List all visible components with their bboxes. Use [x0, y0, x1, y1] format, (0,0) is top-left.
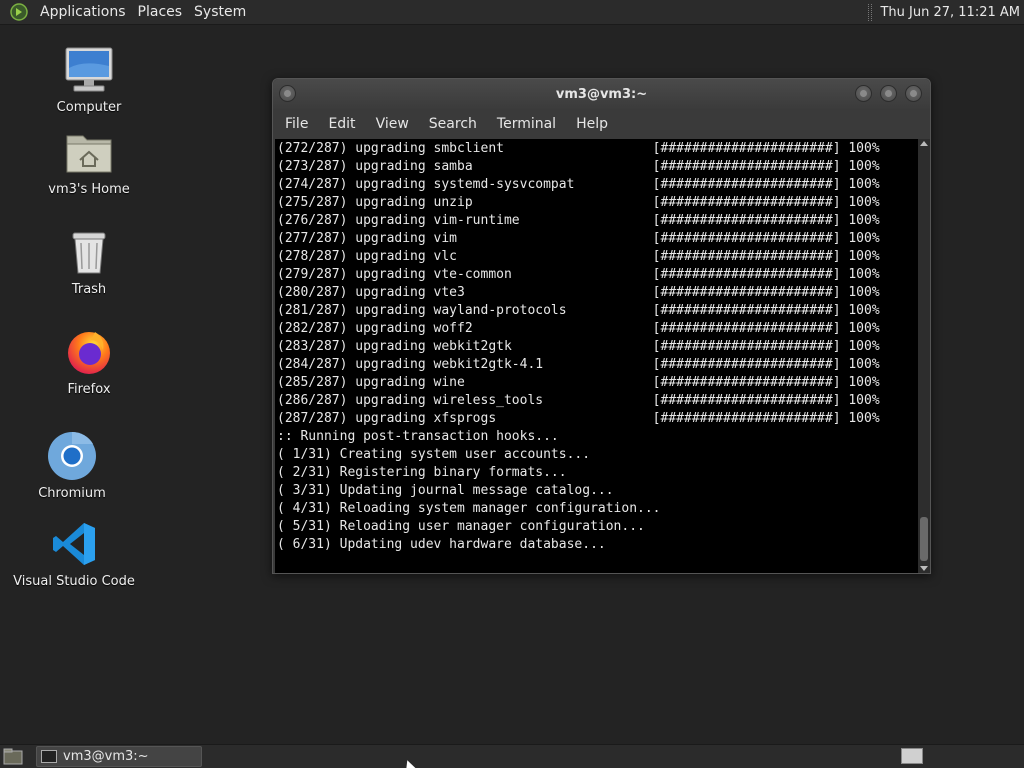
desktop-icon-firefox[interactable]: Firefox — [29, 326, 149, 397]
menu-file[interactable]: File — [277, 116, 316, 132]
bottom-panel: vm3@vm3:~ — [0, 744, 1024, 768]
terminal-line: (284/287) upgrading webkit2gtk-4.1 [####… — [277, 357, 880, 372]
terminal-line: ( 1/31) Creating system user accounts... — [277, 447, 591, 462]
desktop-icon-vscode[interactable]: Visual Studio Code — [13, 518, 135, 589]
terminal-line: ( 2/31) Registering binary formats... — [277, 465, 567, 480]
terminal-line: (287/287) upgrading xfsprogs [##########… — [277, 411, 880, 426]
firefox-icon — [63, 326, 115, 378]
minimize-button[interactable] — [855, 85, 872, 102]
terminal-output[interactable]: (272/287) upgrading smbclient [#########… — [275, 139, 918, 573]
top-panel: Applications Places System Thu Jun 27, 1… — [0, 0, 1024, 25]
panel-separator — [868, 4, 873, 21]
terminal-line: (282/287) upgrading woff2 [#############… — [277, 321, 880, 336]
terminal-line: (275/287) upgrading unzip [#############… — [277, 195, 880, 210]
desktop-icon-label: Visual Studio Code — [13, 574, 135, 589]
desktop-icon-label: vm3's Home — [48, 182, 130, 197]
clock[interactable]: Thu Jun 27, 11:21 AM — [880, 5, 1020, 20]
chromium-icon — [46, 430, 98, 482]
terminal-titlebar[interactable]: vm3@vm3:~ — [273, 79, 930, 109]
scrollbar-thumb[interactable] — [920, 517, 928, 561]
home-folder-icon — [63, 126, 115, 178]
terminal-line: (276/287) upgrading vim-runtime [#######… — [277, 213, 880, 228]
maximize-button[interactable] — [880, 85, 897, 102]
menu-edit[interactable]: Edit — [320, 116, 363, 132]
menu-search[interactable]: Search — [421, 116, 485, 132]
menu-applications[interactable]: Applications — [34, 0, 132, 25]
taskbar-terminal-button[interactable]: vm3@vm3:~ — [36, 746, 202, 767]
show-desktop-icon[interactable] — [3, 748, 23, 765]
menu-system[interactable]: System — [188, 0, 252, 25]
terminal-line: ( 5/31) Reloading user manager configura… — [277, 519, 645, 534]
vscode-icon — [48, 518, 100, 570]
desktop-icon-label: Trash — [71, 282, 107, 297]
terminal-line: (277/287) upgrading vim [###############… — [277, 231, 880, 246]
terminal-line: (280/287) upgrading vte3 [##############… — [277, 285, 880, 300]
taskbar-window-label: vm3@vm3:~ — [63, 749, 149, 764]
terminal-line: :: Running post-transaction hooks... — [277, 429, 559, 444]
terminal-line: (286/287) upgrading wireless_tools [####… — [277, 393, 880, 408]
terminal-line: (274/287) upgrading systemd-sysvcompat [… — [277, 177, 880, 192]
desktop-icon-chromium[interactable]: Chromium — [12, 430, 132, 501]
menu-view[interactable]: View — [368, 116, 417, 132]
terminal-line: (272/287) upgrading smbclient [#########… — [277, 141, 880, 156]
trash-icon — [63, 226, 115, 278]
desktop-icon-label: Chromium — [38, 486, 106, 501]
desktop-icon-computer[interactable]: Computer — [29, 44, 149, 115]
panel-right: Thu Jun 27, 11:21 AM — [868, 0, 1024, 25]
terminal-line: (273/287) upgrading samba [#############… — [277, 159, 880, 174]
terminal-line: ( 3/31) Updating journal message catalog… — [277, 483, 614, 498]
terminal-menubar: File Edit View Search Terminal Help — [273, 109, 930, 139]
terminal-line: (285/287) upgrading wine [##############… — [277, 375, 880, 390]
terminal-line: (283/287) upgrading webkit2gtk [########… — [277, 339, 880, 354]
terminal-icon — [41, 750, 57, 763]
terminal-line: (281/287) upgrading wayland-protocols [#… — [277, 303, 880, 318]
workspace-switcher[interactable] — [901, 748, 923, 764]
mate-logo-icon[interactable] — [9, 2, 29, 22]
menu-terminal[interactable]: Terminal — [489, 116, 564, 132]
scroll-up-arrow-icon[interactable] — [920, 141, 928, 146]
terminal-scrollbar[interactable] — [918, 139, 930, 573]
window-title: vm3@vm3:~ — [555, 86, 648, 102]
menu-places[interactable]: Places — [132, 0, 189, 25]
desktop-icon-home[interactable]: vm3's Home — [29, 126, 149, 197]
terminal-line: ( 6/31) Updating udev hardware database.… — [277, 537, 606, 552]
desktop-icon-label: Computer — [56, 100, 122, 115]
desktop-icon-label: Firefox — [67, 382, 111, 397]
computer-icon — [63, 44, 115, 96]
menu-help[interactable]: Help — [568, 116, 616, 132]
terminal-line: ( 4/31) Reloading system manager configu… — [277, 501, 661, 516]
terminal-line: (279/287) upgrading vte-common [########… — [277, 267, 880, 282]
scroll-down-arrow-icon[interactable] — [920, 566, 928, 571]
window-menu-button[interactable] — [279, 85, 296, 102]
terminal-window[interactable]: vm3@vm3:~ File Edit View Search Terminal… — [272, 78, 931, 574]
close-button[interactable] — [905, 85, 922, 102]
terminal-line: (278/287) upgrading vlc [###############… — [277, 249, 880, 264]
desktop-icon-trash[interactable]: Trash — [29, 226, 149, 297]
